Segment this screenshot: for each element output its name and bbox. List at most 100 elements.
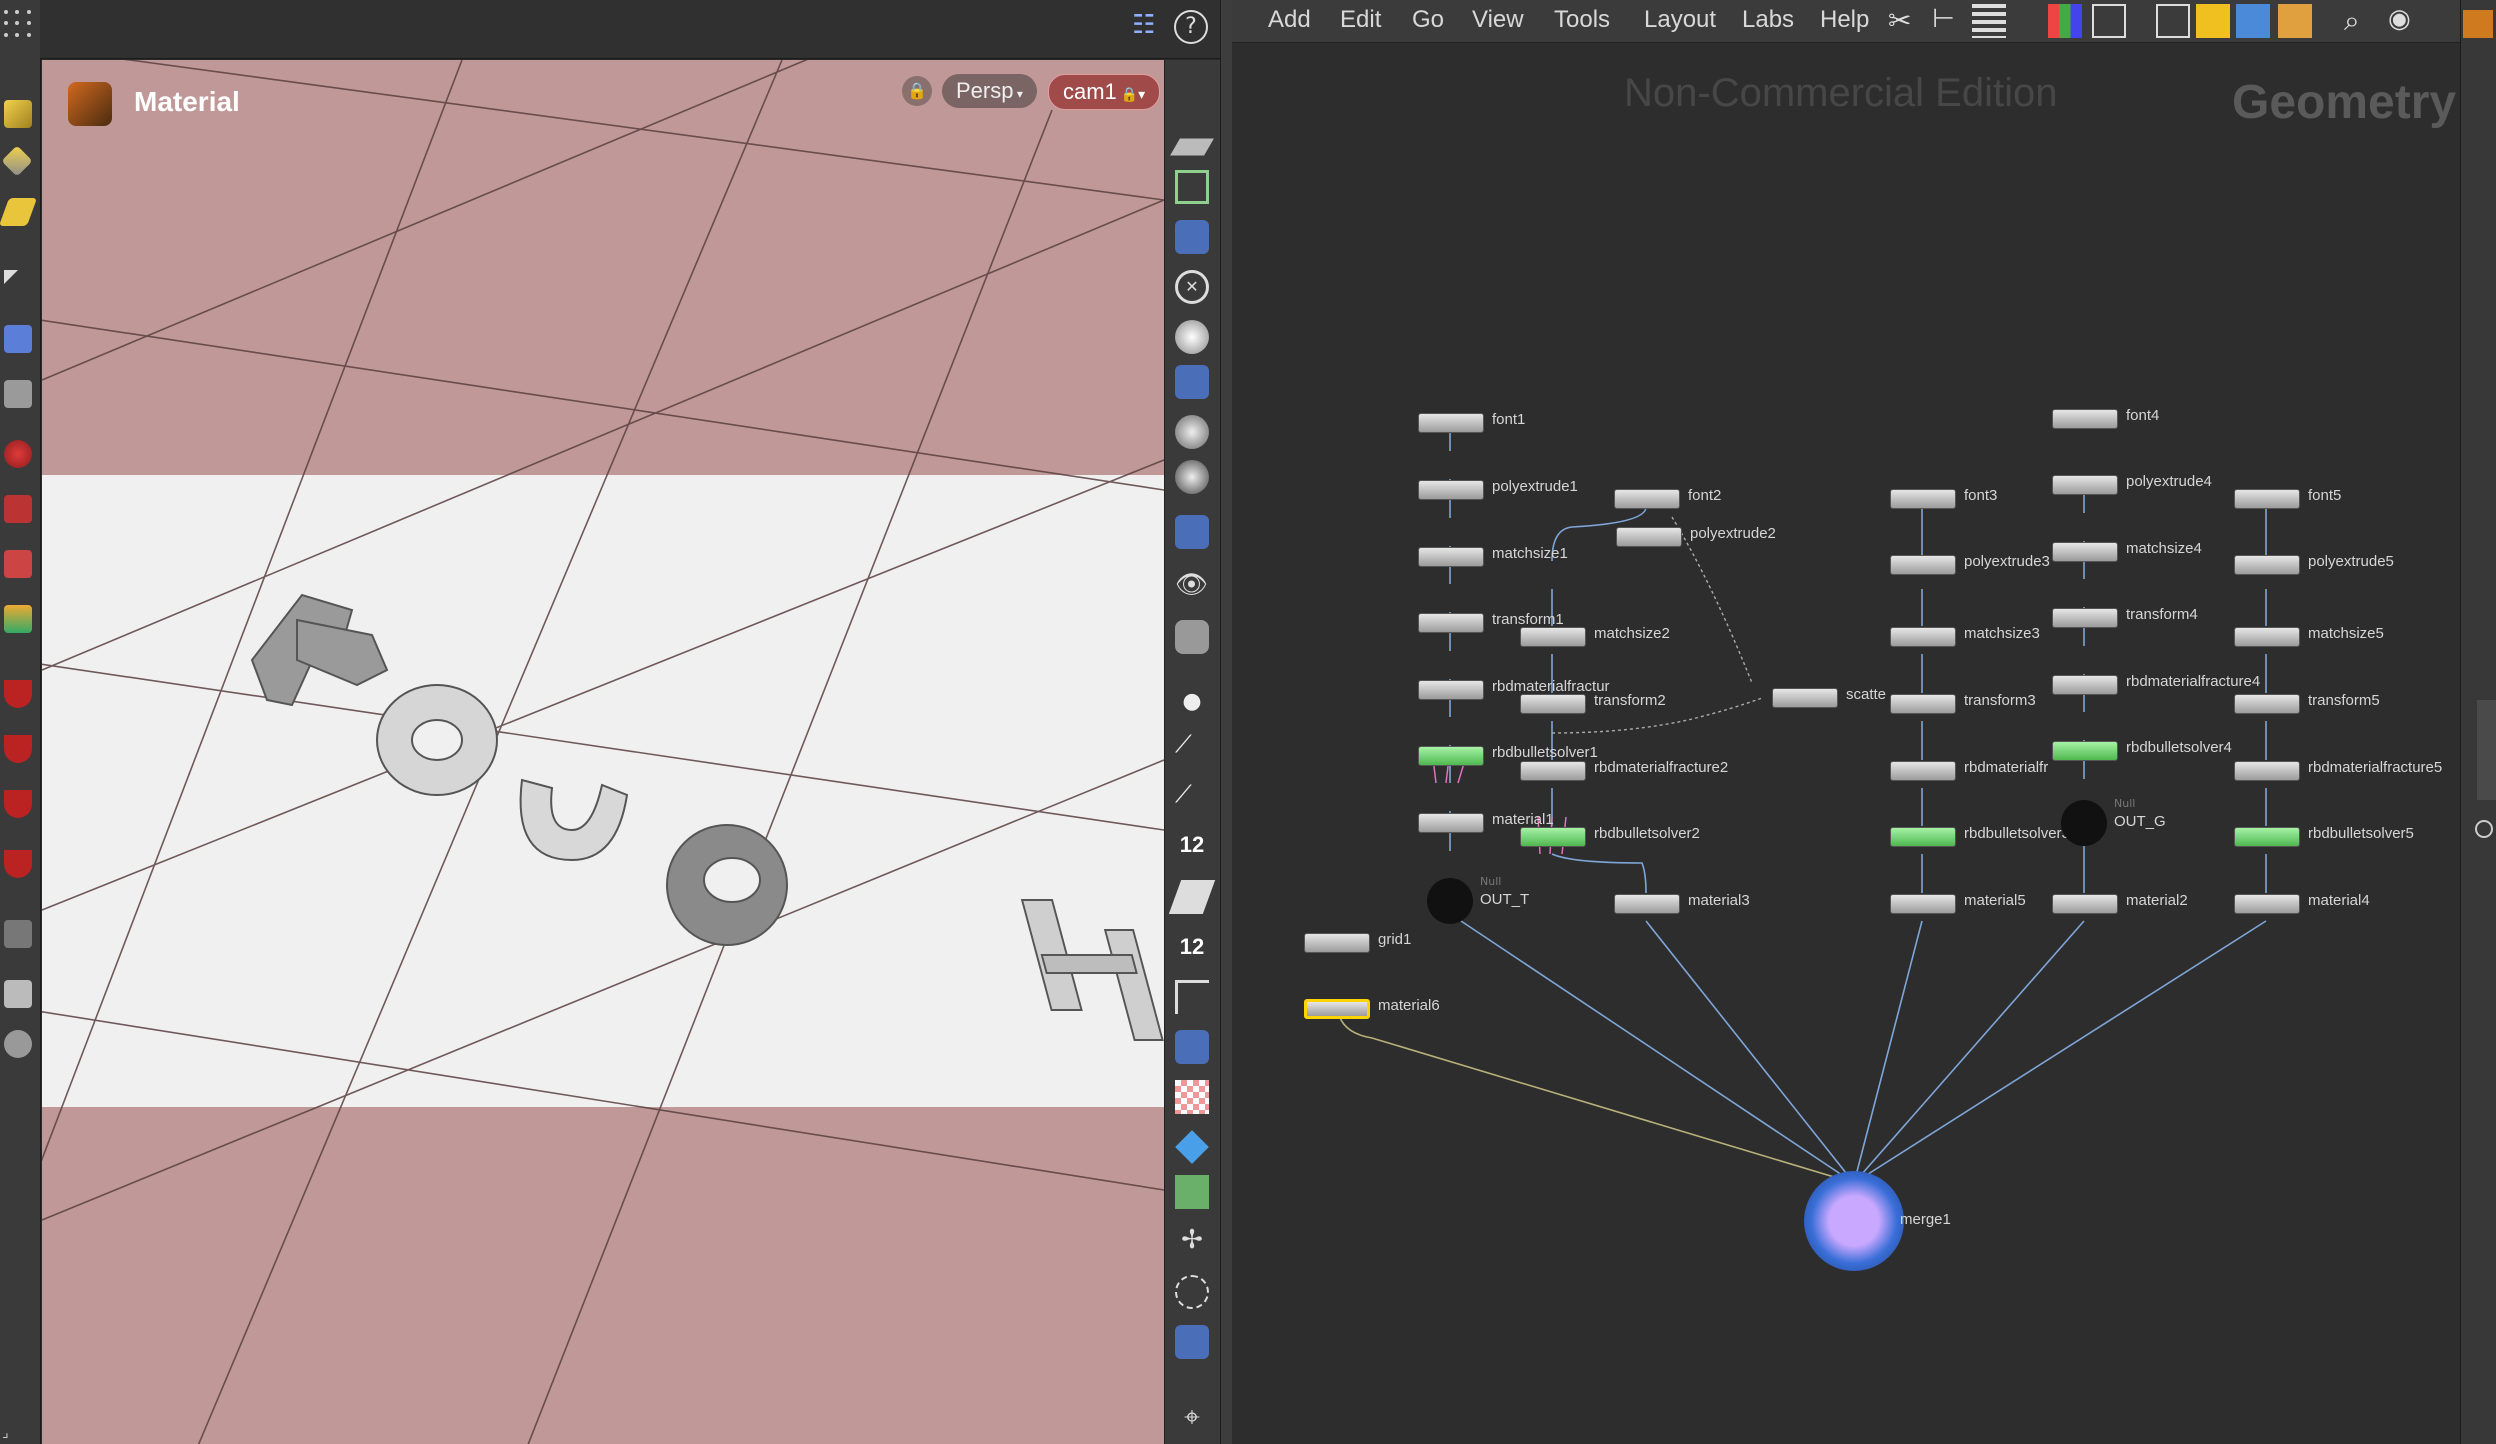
merge-node-icon <box>1804 1171 1904 1271</box>
rotate-tool-icon[interactable] <box>4 550 32 578</box>
solver-node-icon <box>1520 827 1586 847</box>
ghost-icon[interactable] <box>1175 1275 1209 1309</box>
polyextrude-node-icon <box>2234 555 2300 575</box>
visibility-icon[interactable]: 👁 <box>1175 570 1209 604</box>
ambient-occlusion-icon[interactable] <box>1175 460 1209 494</box>
color-palette-icon[interactable] <box>2048 4 2082 38</box>
snap-multi-icon[interactable] <box>4 850 32 878</box>
camera-button[interactable]: cam1 🔒▾ <box>1048 74 1161 110</box>
location-pin-icon[interactable]: ⌖ <box>1175 1400 1209 1434</box>
clear-icon[interactable]: ✕ <box>1175 270 1209 304</box>
view-lock-button[interactable]: 🔒 <box>902 76 932 106</box>
select-tool-icon[interactable] <box>4 100 32 128</box>
minus-icon[interactable] <box>2475 820 2493 838</box>
viewport-toolbar: ☷ ? <box>40 0 1220 59</box>
grid-node-icon <box>1304 933 1370 953</box>
shading-mode-icon[interactable] <box>1175 515 1209 549</box>
select-faces-icon[interactable] <box>0 198 38 226</box>
pose-tool-icon[interactable] <box>4 605 32 633</box>
solver-node-icon <box>2234 827 2300 847</box>
origin-icon[interactable]: ✢ <box>1175 1225 1209 1259</box>
grid-view-icon[interactable] <box>2092 4 2126 38</box>
node-label: grid1 <box>1378 931 1412 948</box>
background-image-icon[interactable] <box>1175 1325 1209 1359</box>
node-label: font4 <box>2126 407 2160 424</box>
point-display-icon[interactable]: ● <box>1175 685 1209 719</box>
menu-go[interactable]: Go <box>1412 6 1444 34</box>
image-icon[interactable] <box>2236 4 2270 38</box>
eye-icon[interactable]: ◉ <box>2388 4 2422 38</box>
node-label: scatte <box>1846 686 1887 703</box>
menu-labs[interactable]: Labs <box>1742 6 1794 34</box>
transform-node-icon <box>1418 613 1484 633</box>
point-numbers-icon[interactable]: 12 <box>1175 828 1209 862</box>
headlight-icon[interactable] <box>1175 320 1209 354</box>
node-label: transform2 <box>1594 692 1666 709</box>
snap-prim-icon[interactable] <box>4 735 32 763</box>
snap-point-icon[interactable] <box>4 790 32 818</box>
node-label: rbdmaterialfr <box>1964 759 2049 776</box>
network-editor[interactable]: Non-Commercial Edition Geometry font1 po… <box>1232 43 2460 1444</box>
solver-node-icon <box>2052 741 2118 761</box>
vector-display-icon[interactable]: ⟋ <box>1175 780 1209 814</box>
node-label: transform1 <box>1492 611 1564 628</box>
node-merge1[interactable]: merge1 <box>1804 1171 1951 1271</box>
normal-display-icon[interactable]: ⟋ <box>1175 730 1209 764</box>
collapse-arrow-icon[interactable] <box>2463 10 2493 38</box>
help-icon[interactable]: ? <box>1174 10 1208 44</box>
node-OUT_G[interactable]: Null OUT_G <box>2064 797 2166 843</box>
tree-view-icon[interactable]: ⊢ <box>1932 4 1966 38</box>
arrow-pointer-icon[interactable] <box>4 270 18 284</box>
node-label: matchsize3 <box>1964 625 2040 642</box>
snap-grid-icon[interactable] <box>4 680 32 708</box>
add-light-icon[interactable] <box>1175 415 1209 449</box>
checker-icon[interactable] <box>1175 1080 1209 1114</box>
network-box-icon[interactable] <box>2156 4 2190 38</box>
material-node-icon <box>1614 894 1680 914</box>
lock-icon[interactable] <box>1175 220 1209 254</box>
lock-select-icon[interactable] <box>4 325 32 353</box>
node-label: material5 <box>1964 892 2026 909</box>
sticky-note-icon[interactable] <box>2196 4 2230 38</box>
tools-icon[interactable]: ✂ <box>1888 4 1922 38</box>
move-tool-icon[interactable] <box>4 495 32 523</box>
node-OUT_T[interactable]: Null OUT_T <box>1430 875 1529 921</box>
view-tool-icon[interactable] <box>4 440 32 468</box>
network-menubar: Add Edit Go View Tools Layout Labs Help … <box>1232 0 2496 43</box>
light-bulb-icon[interactable] <box>1175 365 1209 399</box>
scene-viewport[interactable]: Material 🔒 Persp ▾ cam1 🔒▾ <box>42 60 1164 1444</box>
camera-view-icon[interactable] <box>1175 620 1209 654</box>
menu-add[interactable]: Add <box>1268 6 1311 34</box>
handle-tool-icon[interactable] <box>4 380 32 408</box>
prim-normal-icon[interactable] <box>1168 880 1216 914</box>
menu-tools[interactable]: Tools <box>1554 6 1610 34</box>
menu-edit[interactable]: Edit <box>1340 6 1381 34</box>
edge-display-icon[interactable] <box>1175 980 1209 1014</box>
node-label: material3 <box>1688 892 1750 909</box>
transform-node-icon <box>1520 694 1586 714</box>
record-icon[interactable] <box>4 920 32 948</box>
construction-plane-icon[interactable] <box>1175 170 1209 204</box>
camera-lock-icon: 🔒▾ <box>1116 86 1146 102</box>
render-region-icon[interactable] <box>4 1030 32 1058</box>
list-view-icon[interactable] <box>1972 4 2006 38</box>
null-type-label: Null <box>2114 797 2136 810</box>
bounding-box-icon[interactable] <box>1175 1175 1209 1209</box>
display-options-icon[interactable]: ☷ <box>1132 10 1166 44</box>
search-icon[interactable]: ⌕ <box>2344 4 2378 38</box>
shelf-icon[interactable] <box>2278 4 2312 38</box>
display-floor-icon[interactable] <box>1170 138 1214 156</box>
prim-numbers-icon[interactable]: 12 <box>1175 930 1209 964</box>
menu-view[interactable]: View <box>1472 6 1524 34</box>
view-mode-button[interactable]: Persp ▾ <box>942 74 1037 108</box>
matchsize-node-icon <box>2052 542 2118 562</box>
menu-help[interactable]: Help <box>1820 6 1869 34</box>
matchsize-node-icon <box>1418 547 1484 567</box>
uv-display-icon[interactable] <box>1175 1130 1209 1164</box>
menu-layout[interactable]: Layout <box>1644 6 1716 34</box>
flip-book-icon[interactable] <box>4 980 32 1008</box>
select-points-icon[interactable] <box>1 145 33 177</box>
grid-menu-icon[interactable] <box>4 10 34 40</box>
wire-shaded-icon[interactable] <box>1175 1030 1209 1064</box>
side-tab[interactable] <box>2477 700 2496 800</box>
